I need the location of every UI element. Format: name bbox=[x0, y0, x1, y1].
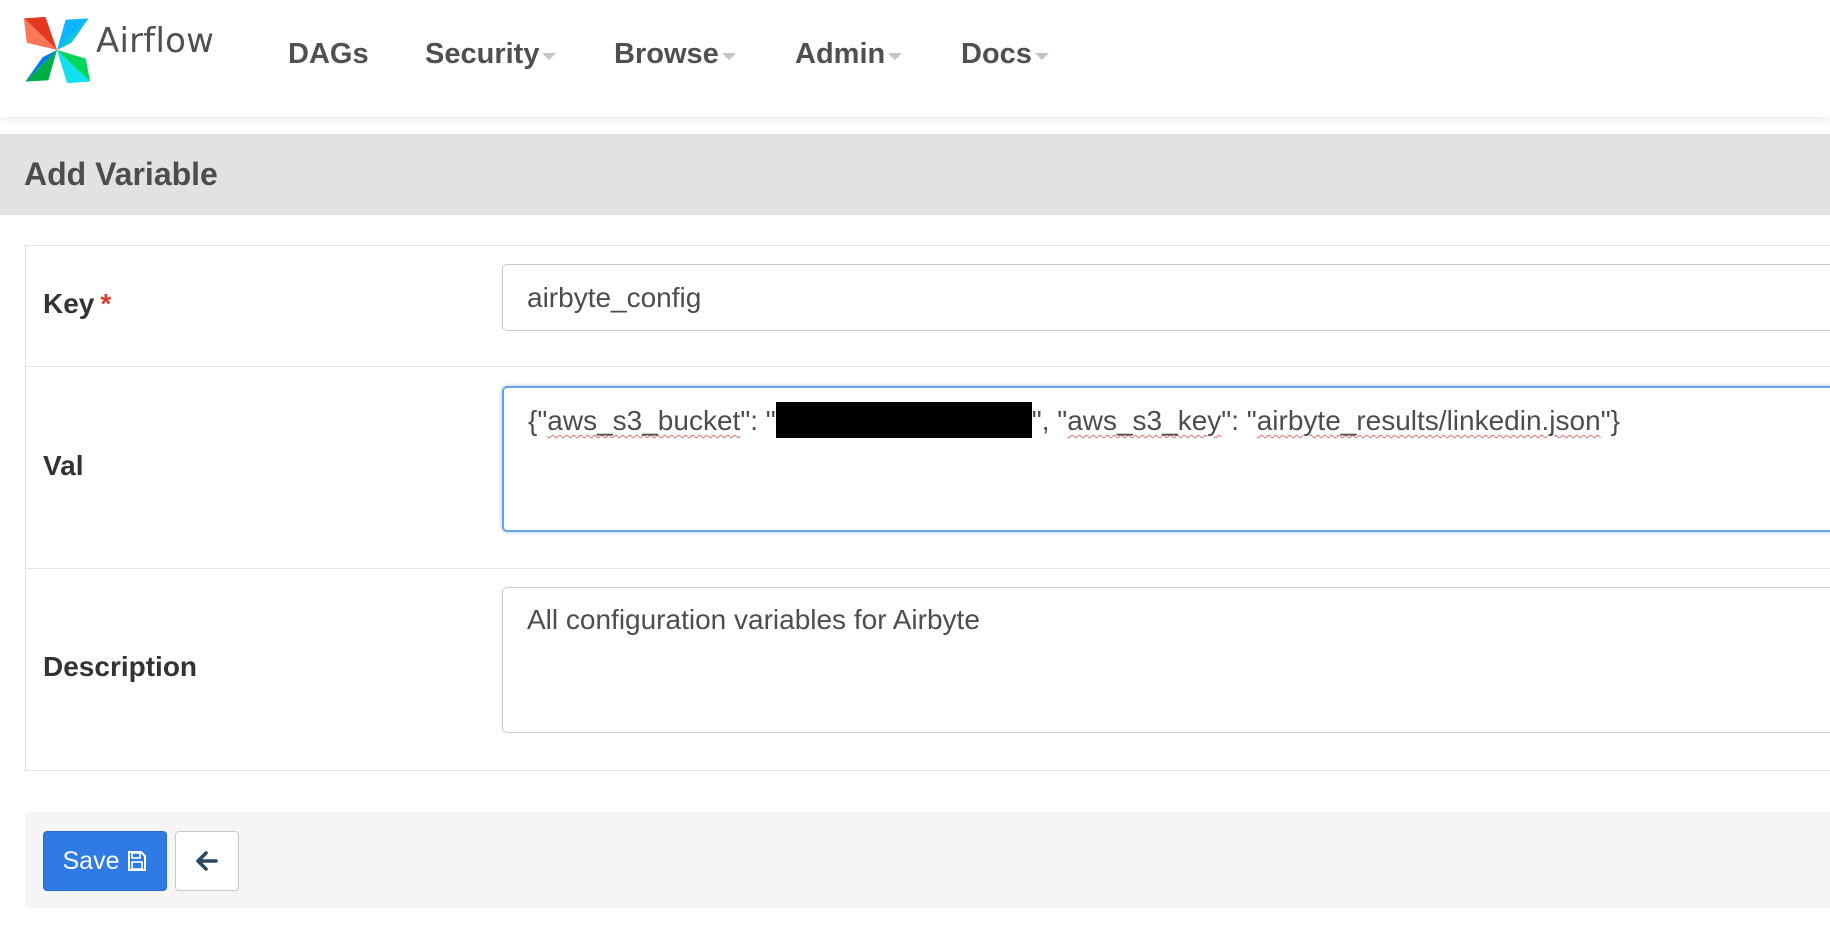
nav-admin-label: Admin bbox=[795, 37, 886, 70]
required-marker: * bbox=[100, 288, 112, 319]
caret-down-icon bbox=[542, 52, 557, 60]
val-label: Val bbox=[43, 450, 84, 481]
variable-form: Key * airbyte_config Val {"aws_s3_bucket"… bbox=[25, 245, 1830, 771]
redacted-block bbox=[775, 402, 1032, 438]
form-row-description: Description All configuration variables … bbox=[26, 569, 1830, 770]
form-actions: Save bbox=[25, 812, 1830, 908]
val-text-part: airbyte_results/linkedin.json bbox=[1256, 405, 1601, 436]
val-textarea-value: {"aws_s3_bucket": " ", "aws_s3_key": "air… bbox=[528, 402, 1620, 438]
description-textarea[interactable]: All configuration variables for Airbyte bbox=[502, 587, 1830, 733]
val-text-part: aws_s3_key bbox=[1067, 405, 1222, 436]
nav-docs-label: Docs bbox=[961, 37, 1032, 70]
key-input[interactable]: airbyte_config bbox=[502, 264, 1830, 331]
save-button[interactable]: Save bbox=[43, 831, 167, 891]
nav-browse-label: Browse bbox=[614, 37, 719, 70]
val-text-part: "} bbox=[1600, 405, 1620, 436]
page-title: Add Variable bbox=[24, 156, 218, 192]
arrow-left-icon bbox=[196, 851, 218, 871]
top-navbar: Airflow DAGs Security Browse Admin Docs bbox=[0, 0, 1830, 117]
nav-browse[interactable]: Browse bbox=[614, 38, 736, 71]
description-label: Description bbox=[43, 651, 198, 682]
nav-dags-label: DAGs bbox=[288, 37, 369, 70]
nav-admin[interactable]: Admin bbox=[795, 37, 903, 71]
airflow-logo-icon bbox=[23, 16, 91, 84]
val-textarea[interactable]: {"aws_s3_bucket": " ", "aws_s3_key": "air… bbox=[502, 386, 1830, 532]
key-label: Key * bbox=[43, 288, 111, 320]
val-text-part: {" bbox=[528, 405, 548, 436]
nav-dags[interactable]: DAGs bbox=[288, 38, 369, 71]
val-text-part: ": " bbox=[1221, 405, 1257, 436]
brand-link[interactable]: Airflow bbox=[20, 14, 214, 86]
nav-docs[interactable]: Docs bbox=[961, 38, 1049, 71]
floppy-disk-icon bbox=[128, 851, 147, 871]
brand-name: Airflow bbox=[96, 21, 215, 61]
caret-down-icon bbox=[1034, 52, 1049, 60]
back-button[interactable] bbox=[175, 831, 239, 891]
caret-down-icon bbox=[888, 52, 903, 60]
key-label-text: Key bbox=[43, 288, 95, 319]
nav-security[interactable]: Security bbox=[425, 37, 557, 71]
caret-down-icon bbox=[721, 52, 736, 60]
val-text-part: aws_s3_bucket bbox=[547, 405, 741, 436]
description-value: All configuration variables for Airbyte bbox=[527, 604, 980, 635]
form-row-val: Val {"aws_s3_bucket": " ", "aws_s3_key": … bbox=[26, 367, 1830, 569]
key-input-value: airbyte_config bbox=[527, 282, 702, 313]
nav-security-label: Security bbox=[425, 37, 540, 70]
panel-heading: Add Variable bbox=[0, 134, 1830, 215]
val-text-part: ", " bbox=[1031, 405, 1068, 436]
val-text-part: ": " bbox=[740, 405, 776, 436]
form-row-key: Key * airbyte_config bbox=[26, 246, 1830, 367]
save-button-label: Save bbox=[62, 846, 120, 875]
